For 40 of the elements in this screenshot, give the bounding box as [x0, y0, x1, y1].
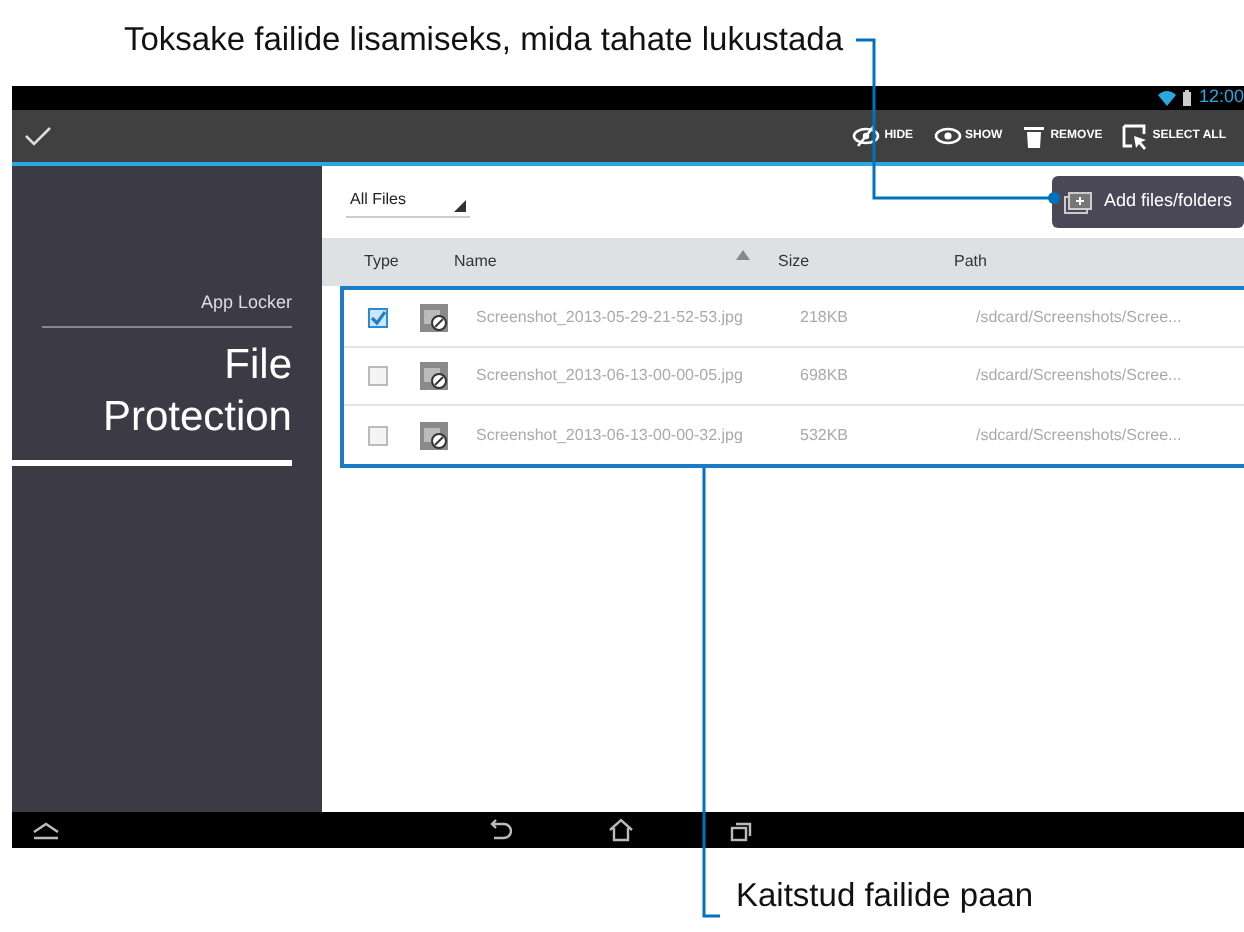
- checkbox[interactable]: [368, 308, 388, 328]
- file-name: Screenshot_2013-06-13-00-00-05.jpg: [474, 364, 745, 388]
- column-header[interactable]: Path: [954, 252, 987, 270]
- column-header[interactable]: Name: [454, 250, 497, 274]
- status-time: 12:00: [1198, 84, 1244, 111]
- file-path: /sdcard/Screenshots/Scree...: [974, 306, 1184, 330]
- file-name: Screenshot_2013-05-29-21-52-53.jpg: [474, 306, 745, 330]
- home-icon[interactable]: [608, 818, 634, 842]
- back-icon[interactable]: [488, 818, 512, 842]
- add-files-button[interactable]: Add files/folders: [1051, 176, 1244, 228]
- column-header[interactable]: Size: [778, 252, 810, 270]
- cursor-select-icon: [1122, 123, 1149, 149]
- sort-arrow-icon: [736, 250, 750, 260]
- file-size: 532KB: [798, 423, 851, 447]
- battery-icon: [1182, 90, 1193, 106]
- callout-text: Toksake failide lisamiseks, mida tahate lukustada: [124, 22, 844, 58]
- checkbox[interactable]: [368, 366, 388, 386]
- wifi-icon: [1158, 90, 1177, 106]
- checkmark-icon[interactable]: [24, 124, 52, 148]
- callout-text: Kaitstud failide paan: [736, 878, 1034, 914]
- locked-image-icon: [420, 304, 448, 332]
- file-size: 218KB: [798, 306, 851, 330]
- dropdown-corner-icon: [454, 199, 467, 211]
- sidebar-subtitle: App Locker: [200, 290, 292, 316]
- eye-icon: [933, 123, 962, 149]
- trash-icon: [1022, 123, 1047, 149]
- eye-slash-icon: [852, 123, 881, 149]
- file-path: /sdcard/Screenshots/Scree...: [974, 423, 1184, 447]
- sidebar-title: File Protection: [100, 339, 292, 444]
- file-name: Screenshot_2013-06-13-00-00-32.jpg: [474, 423, 745, 447]
- column-header[interactable]: Type: [364, 250, 399, 274]
- recent-apps-icon[interactable]: [730, 819, 754, 841]
- file-size: 698KB: [798, 364, 851, 388]
- checkbox[interactable]: [368, 425, 388, 445]
- filter-dropdown[interactable]: All Files: [346, 187, 471, 217]
- chevron-up-icon[interactable]: [32, 820, 60, 840]
- locked-image-icon: [420, 421, 448, 449]
- add-folder-icon: [1063, 191, 1092, 213]
- locked-image-icon: [420, 362, 448, 390]
- file-path: /sdcard/Screenshots/Scree...: [974, 364, 1184, 388]
